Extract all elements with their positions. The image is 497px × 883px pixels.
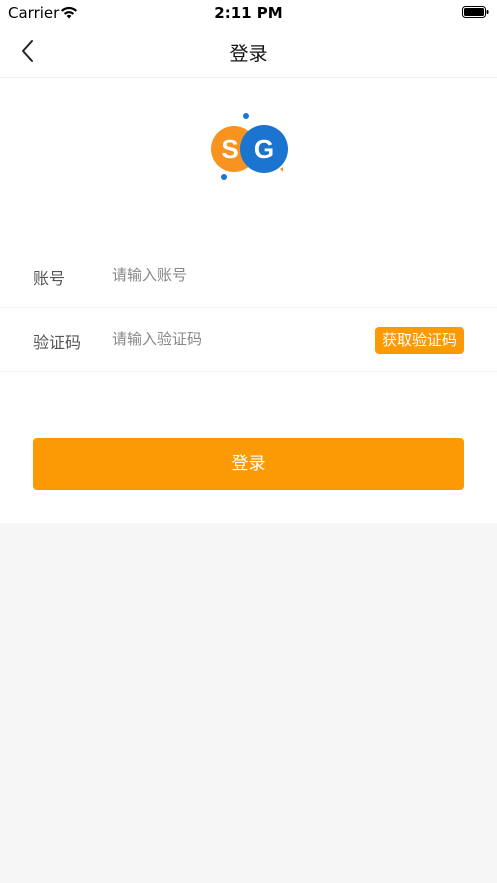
verification-code-input[interactable] bbox=[112, 325, 362, 353]
login-screen: Carrier 2:11 PM 登录 S G 账号 请输入账号 验证码 请输入验… bbox=[0, 0, 497, 883]
account-label: 账号 bbox=[33, 269, 66, 288]
account-row: 账号 bbox=[0, 244, 497, 308]
logo-letter-s: S bbox=[221, 134, 238, 164]
status-time: 2:11 PM bbox=[214, 4, 283, 22]
navigation-bar: 登录 bbox=[0, 26, 497, 78]
battery-icon bbox=[462, 6, 489, 18]
app-logo: S G bbox=[211, 113, 288, 180]
verification-code-row: 验证码 获取验证码 bbox=[0, 308, 497, 372]
login-form-panel: S G 账号 验证码 获取验证码 登录 bbox=[0, 78, 497, 523]
login-button[interactable]: 登录 bbox=[33, 438, 464, 490]
status-bar: Carrier 2:11 PM bbox=[0, 0, 497, 26]
get-verification-code-button[interactable]: 获取验证码 bbox=[375, 327, 464, 354]
account-input[interactable] bbox=[112, 261, 362, 289]
logo-letter-g: G bbox=[254, 134, 274, 164]
verification-code-label: 验证码 bbox=[33, 333, 82, 352]
page-title: 登录 bbox=[229, 43, 268, 65]
